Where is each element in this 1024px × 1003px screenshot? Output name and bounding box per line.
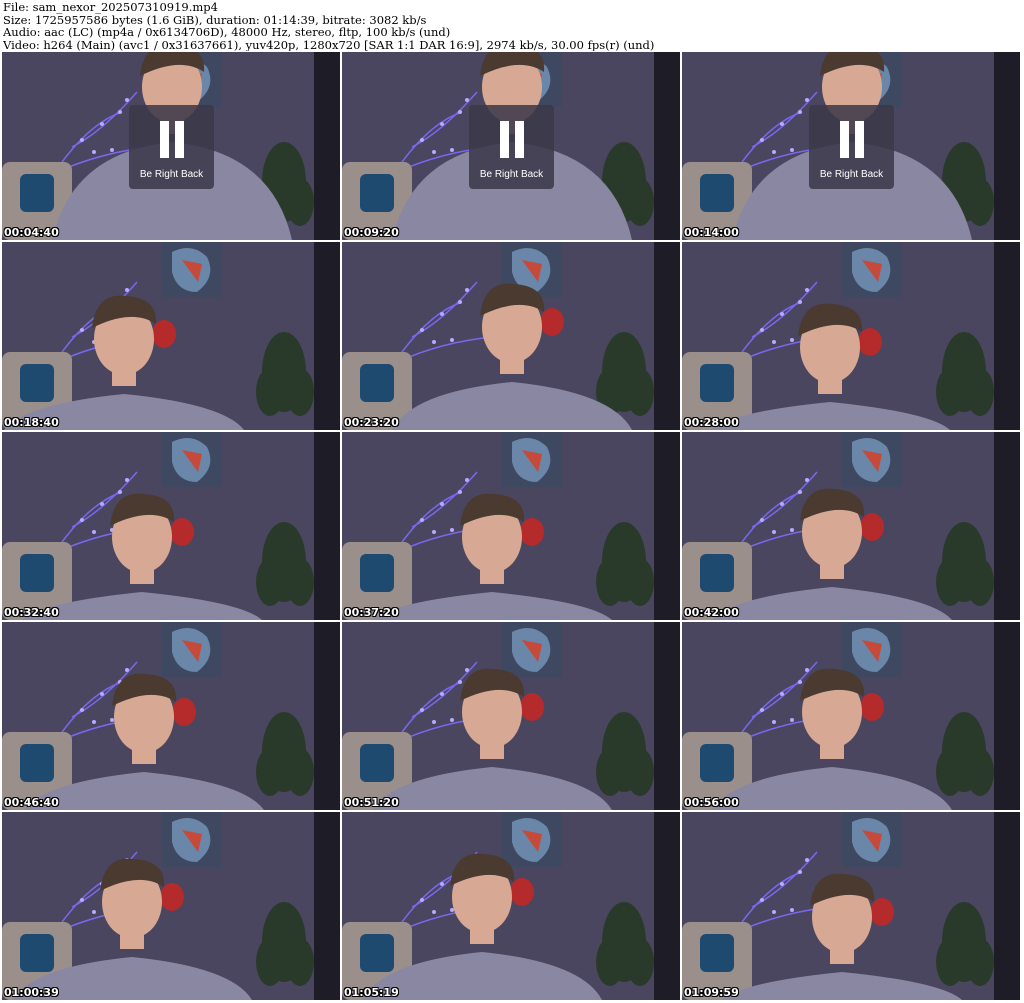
video-thumbnail[interactable]: Be Right Back 00:04:40	[2, 52, 340, 240]
video-thumbnail[interactable]: 00:51:20	[342, 622, 680, 810]
thumbnail-timestamp: 01:00:39	[4, 986, 59, 999]
be-right-back-label: Be Right Back	[819, 169, 884, 180]
be-right-back-overlay: Be Right Back	[809, 105, 894, 189]
video-thumbnail[interactable]: 01:09:59	[682, 812, 1020, 1000]
thumbnail-timestamp: 00:56:00	[684, 796, 739, 809]
video-thumbnail[interactable]: 00:46:40	[2, 622, 340, 810]
thumbnail-timestamp: 00:46:40	[4, 796, 59, 809]
video-thumbnail[interactable]: 01:00:39	[2, 812, 340, 1000]
thumbnail-timestamp: 00:42:00	[684, 606, 739, 619]
audio-info-line: Audio: aac (LC) (mp4a / 0x6134706D), 480…	[3, 25, 451, 39]
be-right-back-label: Be Right Back	[139, 169, 204, 180]
video-thumbnail[interactable]: Be Right Back 00:09:20	[342, 52, 680, 240]
thumbnail-timestamp: 00:51:20	[344, 796, 399, 809]
video-thumbnail[interactable]: 00:18:40	[2, 242, 340, 430]
video-thumbnail[interactable]: 00:56:00	[682, 622, 1020, 810]
be-right-back-overlay: Be Right Back	[129, 105, 214, 189]
thumbnail-timestamp: 01:05:19	[344, 986, 399, 999]
file-info-header: File: sam_nexor_202507310919.mp4 Size: 1…	[3, 1, 1021, 51]
thumbnail-timestamp: 01:09:59	[684, 986, 739, 999]
thumbnail-timestamp: 00:18:40	[4, 416, 59, 429]
video-thumbnail[interactable]: 00:28:00	[682, 242, 1020, 430]
video-thumbnail[interactable]: 00:42:00	[682, 432, 1020, 620]
thumbnail-timestamp: 00:37:20	[344, 606, 399, 619]
thumbnail-timestamp: 00:04:40	[4, 226, 59, 239]
video-thumbnail[interactable]: 00:23:20	[342, 242, 680, 430]
thumbnail-timestamp: 00:32:40	[4, 606, 59, 619]
file-name-line: File: sam_nexor_202507310919.mp4	[3, 1, 218, 14]
thumbnail-grid: Be Right Back 00:04:40 Be Right Back 00:…	[2, 52, 1022, 1003]
video-thumbnail[interactable]: 01:05:19	[342, 812, 680, 1000]
video-thumbnail[interactable]: Be Right Back 00:14:00	[682, 52, 1020, 240]
video-thumbnail[interactable]: 00:32:40	[2, 432, 340, 620]
thumbnail-timestamp: 00:14:00	[684, 226, 739, 239]
be-right-back-label: Be Right Back	[479, 169, 544, 180]
video-thumbnail[interactable]: 00:37:20	[342, 432, 680, 620]
video-info-line: Video: h264 (Main) (avc1 / 0x31637661), …	[3, 37, 655, 51]
thumbnail-timestamp: 00:23:20	[344, 416, 399, 429]
be-right-back-overlay: Be Right Back	[469, 105, 554, 189]
thumbnail-timestamp: 00:28:00	[684, 416, 739, 429]
thumbnail-timestamp: 00:09:20	[344, 226, 399, 239]
